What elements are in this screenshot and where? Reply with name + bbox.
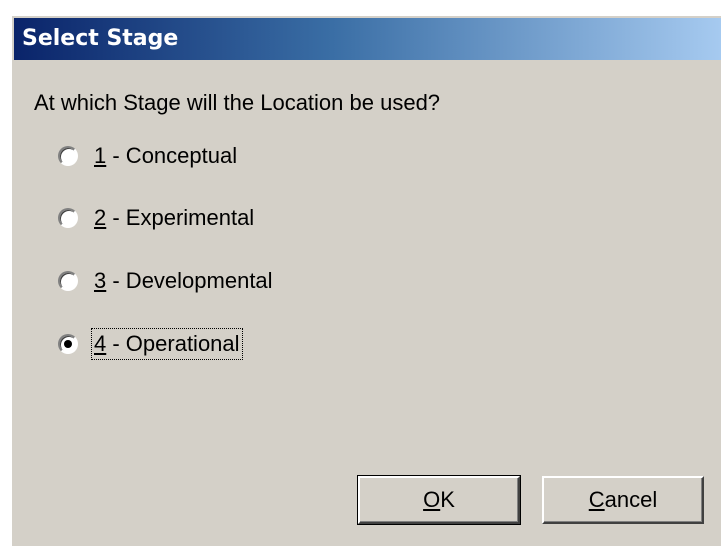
- option-text: - Operational: [106, 331, 240, 356]
- radio-label-developmental[interactable]: 3 - Developmental: [92, 266, 275, 296]
- option-text: - Conceptual: [106, 143, 238, 168]
- accelerator-key: 3: [94, 268, 107, 293]
- ok-label: K: [440, 487, 455, 512]
- select-stage-dialog: Select Stage At which Stage will the Loc…: [10, 14, 721, 546]
- radio-label-operational[interactable]: 4 - Operational: [91, 328, 243, 360]
- option-text: - Experimental: [106, 205, 255, 230]
- radio-option-experimental[interactable]: 2 - Experimental: [58, 201, 256, 235]
- radio-button-icon[interactable]: [58, 208, 78, 228]
- cancel-label: ancel: [604, 487, 658, 512]
- cancel-button[interactable]: Cancel: [542, 476, 704, 524]
- accelerator-key: 4: [94, 331, 107, 356]
- radio-button-icon[interactable]: [58, 271, 78, 291]
- title-bar[interactable]: Select Stage: [14, 18, 721, 60]
- radio-label-conceptual[interactable]: 1 - Conceptual: [92, 141, 239, 171]
- radio-selected-dot-icon: [64, 340, 72, 348]
- radio-option-operational[interactable]: 4 - Operational: [58, 327, 243, 361]
- ok-button[interactable]: OK: [357, 475, 521, 525]
- cancel-accelerator: C: [588, 487, 605, 512]
- dialog-title: Select Stage: [22, 26, 179, 51]
- question-label: At which Stage will the Location be used…: [34, 90, 441, 115]
- option-text: - Developmental: [106, 268, 273, 293]
- radio-option-conceptual[interactable]: 1 - Conceptual: [58, 139, 239, 173]
- accelerator-key: 2: [94, 205, 107, 230]
- ok-accelerator: O: [423, 487, 441, 512]
- radio-button-icon[interactable]: [58, 334, 78, 354]
- accelerator-key: 1: [94, 143, 107, 168]
- radio-option-developmental[interactable]: 3 - Developmental: [58, 264, 275, 298]
- radio-button-icon[interactable]: [58, 146, 78, 166]
- radio-label-experimental[interactable]: 2 - Experimental: [92, 203, 256, 233]
